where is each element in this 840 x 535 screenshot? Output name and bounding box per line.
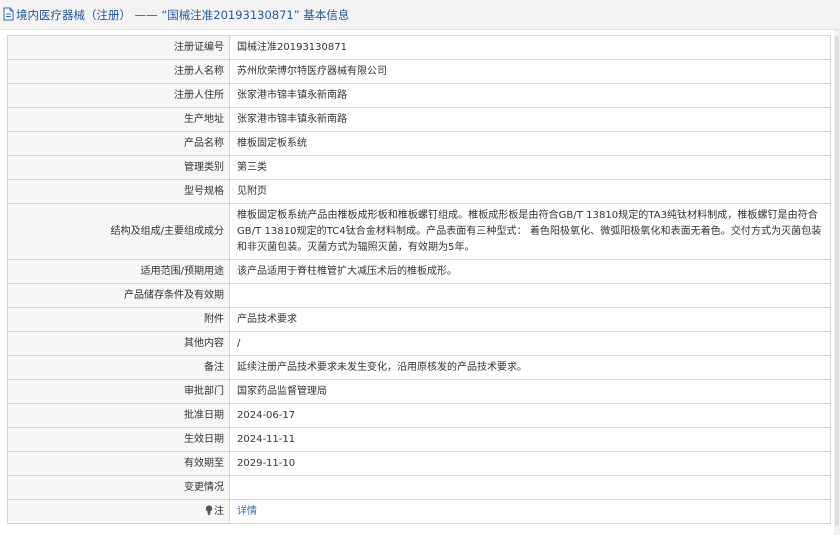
row-label: 适用范围/预期用途	[7, 259, 230, 284]
row-value: 第三类	[229, 155, 831, 180]
section-name: 境内医疗器械（注册）	[16, 8, 131, 22]
table-row: 附件 产品技术要求	[7, 307, 831, 332]
row-value: 2029-11-10	[229, 451, 831, 476]
row-label: 管理类别	[7, 155, 230, 180]
table-row: 适用范围/预期用途 该产品适用于脊柱椎管扩大减压术后的椎板成形。	[7, 259, 831, 284]
table-row: 变更情况	[7, 475, 831, 500]
table-row: 备注 延续注册产品技术要求未发生变化，沿用原核发的产品技术要求。	[7, 355, 831, 380]
document-icon	[3, 7, 14, 21]
table-row: 其他内容 /	[7, 331, 831, 356]
row-value	[229, 283, 831, 308]
row-label: 结构及组成/主要组成成分	[7, 203, 230, 260]
page-header: 境内医疗器械（注册） —— “国械注准20193130871” 基本信息	[0, 0, 840, 30]
table-row: 生产地址 张家港市锦丰镇永新南路	[7, 107, 831, 132]
table-row: 注册人住所 张家港市锦丰镇永新南路	[7, 83, 831, 108]
row-label: 产品储存条件及有效期	[7, 283, 230, 308]
table-row: 注 详情	[7, 499, 831, 524]
details-link[interactable]: 详情	[237, 506, 257, 517]
table-row: 审批部门 国家药品监督管理局	[7, 379, 831, 404]
table-row: 产品名称 椎板固定板系统	[7, 131, 831, 156]
table-row: 注册人名称 苏州欣荣博尔特医疗器械有限公司	[7, 59, 831, 84]
title-suffix: 基本信息	[299, 8, 350, 22]
table-row: 批准日期 2024-06-17	[7, 403, 831, 428]
registration-title: “国械注准20193130871”	[161, 8, 300, 22]
row-label: 变更情况	[7, 475, 230, 500]
row-label: 备注	[7, 355, 230, 380]
row-value: 椎板固定板系统产品由椎板成形板和椎板螺钉组成。椎板成形板是由符合GB/T 138…	[229, 203, 831, 260]
row-value: 2024-06-17	[229, 403, 831, 428]
row-value: 张家港市锦丰镇永新南路	[229, 107, 831, 132]
table-row: 型号规格 见附页	[7, 179, 831, 204]
row-label: 生产地址	[7, 107, 230, 132]
row-value: 国家药品监督管理局	[229, 379, 831, 404]
row-value	[229, 475, 831, 500]
row-value: 张家港市锦丰镇永新南路	[229, 83, 831, 108]
row-value: 该产品适用于脊柱椎管扩大减压术后的椎板成形。	[229, 259, 831, 284]
row-label: 有效期至	[7, 451, 230, 476]
row-value: 国械注准20193130871	[229, 35, 831, 60]
note-label-cell: 注	[7, 499, 230, 524]
row-label: 注册证编号	[7, 35, 230, 60]
table-row: 有效期至 2029-11-10	[7, 451, 831, 476]
row-value: 苏州欣荣博尔特医疗器械有限公司	[229, 59, 831, 84]
title-separator: ——	[131, 8, 162, 22]
row-label: 型号规格	[7, 179, 230, 204]
page-title: 境内医疗器械（注册） —— “国械注准20193130871” 基本信息	[16, 7, 349, 23]
row-label: 审批部门	[7, 379, 230, 404]
row-label: 产品名称	[7, 131, 230, 156]
row-value: 延续注册产品技术要求未发生变化，沿用原核发的产品技术要求。	[229, 355, 831, 380]
lightbulb-icon	[205, 504, 213, 515]
row-label: 其他内容	[7, 331, 230, 356]
row-value: 见附页	[229, 179, 831, 204]
row-value: 产品技术要求	[229, 307, 831, 332]
scrollbar-thumb[interactable]	[835, 36, 839, 526]
row-value: 2024-11-11	[229, 427, 831, 452]
table-row: 产品储存条件及有效期	[7, 283, 831, 308]
table-row: 生效日期 2024-11-11	[7, 427, 831, 452]
row-label: 注册人名称	[7, 59, 230, 84]
row-label: 注册人住所	[7, 83, 230, 108]
info-table: 注册证编号 国械注准20193130871 注册人名称 苏州欣荣博尔特医疗器械有…	[7, 35, 831, 524]
note-value: 详情	[229, 499, 831, 524]
row-label: 生效日期	[7, 427, 230, 452]
table-row: 管理类别 第三类	[7, 155, 831, 180]
table-row: 结构及组成/主要组成成分 椎板固定板系统产品由椎板成形板和椎板螺钉组成。椎板成形…	[7, 203, 831, 260]
row-label: 附件	[7, 307, 230, 332]
row-label: 批准日期	[7, 403, 230, 428]
row-value: 椎板固定板系统	[229, 131, 831, 156]
table-row: 注册证编号 国械注准20193130871	[7, 35, 831, 60]
note-label: 注	[214, 505, 224, 517]
row-value: /	[229, 331, 831, 356]
